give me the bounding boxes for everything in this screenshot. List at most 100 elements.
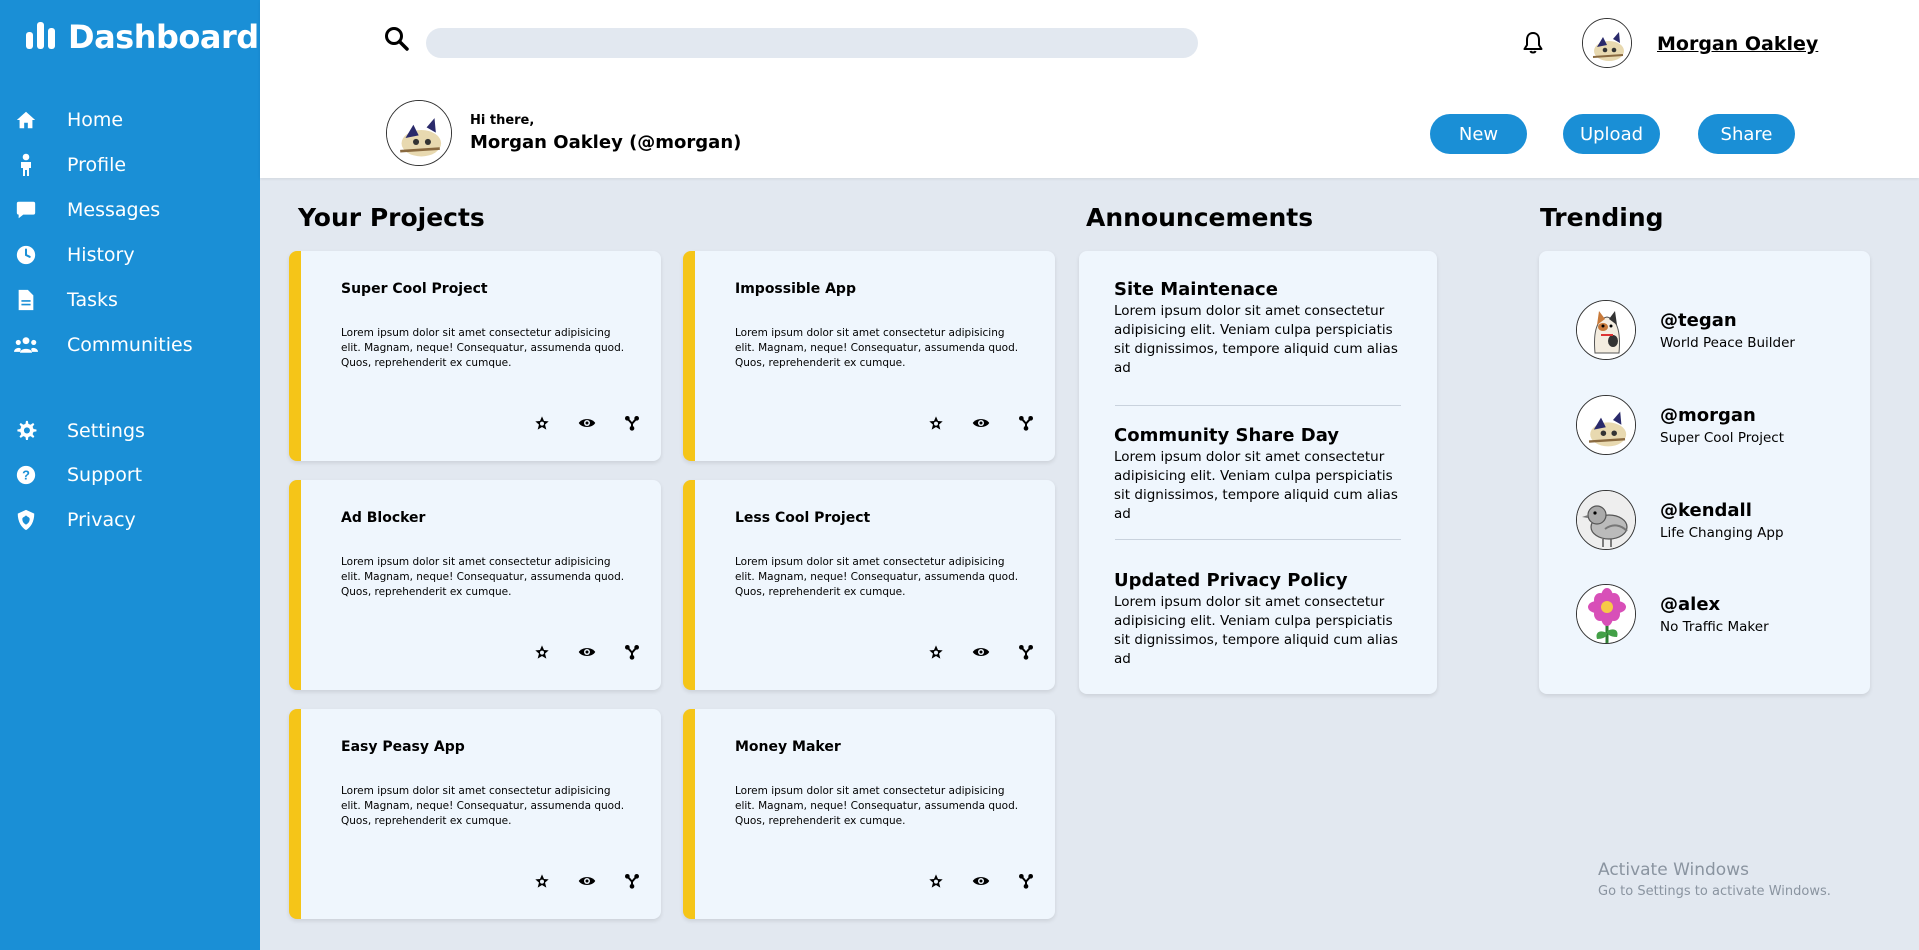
trending-item[interactable]: @tegan World Peace Builder (1576, 300, 1795, 360)
home-icon (14, 108, 38, 132)
sidebar-item-history[interactable]: History (14, 240, 135, 270)
avatar[interactable] (1582, 18, 1632, 68)
trending-title: Trending (1540, 203, 1664, 232)
project-card[interactable]: Ad Blocker Lorem ipsum dolor sit amet co… (289, 480, 661, 690)
trending-item[interactable]: @alex No Traffic Maker (1576, 584, 1769, 644)
chat-icon (14, 198, 38, 222)
sidebar: Dashboard Home Profile Messages History … (0, 0, 260, 950)
fork-icon[interactable] (623, 643, 641, 661)
person-icon (14, 153, 38, 177)
sidebar-item-communities[interactable]: Communities (14, 330, 193, 360)
trending-project: Super Cool Project (1660, 429, 1785, 446)
project-description: Lorem ipsum dolor sit amet consectetur a… (735, 327, 1019, 369)
project-actions (533, 643, 641, 661)
trending-project: Life Changing App (1660, 524, 1784, 541)
star-icon[interactable] (533, 414, 551, 432)
avatar (1576, 584, 1636, 644)
header: Morgan Oakley Hi there, Morgan Oakley (@… (260, 0, 1919, 178)
project-description: Lorem ipsum dolor sit amet consectetur a… (735, 556, 1019, 598)
announcement-text: Lorem ipsum dolor sit amet consectetur a… (1114, 449, 1398, 522)
users-icon (14, 333, 38, 357)
sidebar-item-label: Tasks (67, 289, 118, 311)
header-username-link[interactable]: Morgan Oakley (1657, 33, 1818, 55)
document-icon (14, 288, 38, 312)
star-icon[interactable] (927, 414, 945, 432)
sidebar-item-settings[interactable]: Settings (14, 416, 145, 446)
greeting-avatar (386, 100, 452, 166)
star-icon[interactable] (533, 643, 551, 661)
star-icon[interactable] (533, 872, 551, 890)
project-actions (533, 414, 641, 432)
project-title: Less Cool Project (735, 510, 871, 526)
clock-icon (14, 243, 38, 267)
star-icon[interactable] (927, 872, 945, 890)
fork-icon[interactable] (1017, 872, 1035, 890)
share-button[interactable]: Share (1698, 114, 1795, 154)
announcement-item[interactable]: Updated Privacy Policy Lorem ipsum dolor… (1114, 570, 1404, 669)
trending-text: @morgan Super Cool Project (1660, 405, 1784, 446)
search-icon[interactable] (384, 26, 410, 57)
fork-icon[interactable] (623, 872, 641, 890)
sidebar-item-label: Home (67, 109, 124, 131)
shield-icon (14, 508, 38, 532)
sidebar-item-label: Support (67, 464, 143, 486)
trending-handle: @alex (1660, 593, 1721, 615)
projects-title: Your Projects (298, 203, 485, 232)
announcement-title: Site Maintenace (1114, 279, 1278, 300)
bell-icon[interactable] (1520, 30, 1546, 61)
upload-button[interactable]: Upload (1563, 114, 1660, 154)
project-description: Lorem ipsum dolor sit amet consectetur a… (341, 327, 625, 369)
trending-item[interactable]: @kendall Life Changing App (1576, 490, 1784, 550)
announcement-text: Lorem ipsum dolor sit amet consectetur a… (1114, 303, 1398, 376)
eye-icon[interactable] (972, 414, 990, 432)
project-title: Easy Peasy App (341, 739, 465, 755)
announcement-item[interactable]: Community Share Day Lorem ipsum dolor si… (1114, 425, 1404, 524)
eye-icon[interactable] (578, 643, 596, 661)
project-card[interactable]: Impossible App Lorem ipsum dolor sit ame… (683, 251, 1055, 461)
sidebar-item-label: Profile (67, 154, 127, 176)
sidebar-item-label: Privacy (67, 509, 136, 531)
project-card[interactable]: Less Cool Project Lorem ipsum dolor sit … (683, 480, 1055, 690)
eye-icon[interactable] (578, 872, 596, 890)
fork-icon[interactable] (1017, 643, 1035, 661)
trending-item[interactable]: @morgan Super Cool Project (1576, 395, 1784, 455)
trending-project: No Traffic Maker (1660, 618, 1769, 635)
question-icon: ? (14, 463, 38, 487)
star-icon[interactable] (927, 643, 945, 661)
bar-chart-icon (24, 20, 58, 55)
eye-icon[interactable] (972, 643, 990, 661)
new-button[interactable]: New (1430, 114, 1527, 154)
fork-icon[interactable] (623, 414, 641, 432)
announcements-title: Announcements (1086, 203, 1314, 232)
sidebar-item-home[interactable]: Home (14, 105, 123, 135)
sidebar-item-label: Communities (67, 334, 193, 356)
trending-panel: @tegan World Peace Builder @morgan Super… (1539, 251, 1870, 694)
project-description: Lorem ipsum dolor sit amet consectetur a… (341, 785, 625, 827)
project-card[interactable]: Super Cool Project Lorem ipsum dolor sit… (289, 251, 661, 461)
announcement-title: Community Share Day (1114, 425, 1340, 446)
announcement-item[interactable]: Site Maintenace Lorem ipsum dolor sit am… (1114, 279, 1404, 378)
avatar (1576, 300, 1636, 360)
divider (1115, 405, 1401, 406)
sidebar-item-privacy[interactable]: Privacy (14, 505, 136, 535)
project-card[interactable]: Money Maker Lorem ipsum dolor sit amet c… (683, 709, 1055, 919)
project-description: Lorem ipsum dolor sit amet consectetur a… (341, 556, 625, 598)
project-card[interactable]: Easy Peasy App Lorem ipsum dolor sit ame… (289, 709, 661, 919)
sidebar-item-label: Messages (67, 199, 161, 221)
sidebar-item-label: Settings (67, 420, 145, 442)
search-input[interactable] (426, 28, 1198, 58)
fork-icon[interactable] (1017, 414, 1035, 432)
eye-icon[interactable] (972, 872, 990, 890)
project-title: Super Cool Project (341, 281, 488, 297)
project-title: Ad Blocker (341, 510, 426, 526)
sidebar-item-messages[interactable]: Messages (14, 195, 160, 225)
sidebar-item-tasks[interactable]: Tasks (14, 285, 118, 315)
brand[interactable]: Dashboard (24, 18, 259, 56)
eye-icon[interactable] (578, 414, 596, 432)
project-title: Impossible App (735, 281, 856, 297)
announcement-title: Updated Privacy Policy (1114, 570, 1348, 591)
sidebar-item-support[interactable]: ? Support (14, 460, 142, 490)
trending-text: @kendall Life Changing App (1660, 500, 1784, 541)
project-actions (533, 872, 641, 890)
sidebar-item-profile[interactable]: Profile (14, 150, 126, 180)
